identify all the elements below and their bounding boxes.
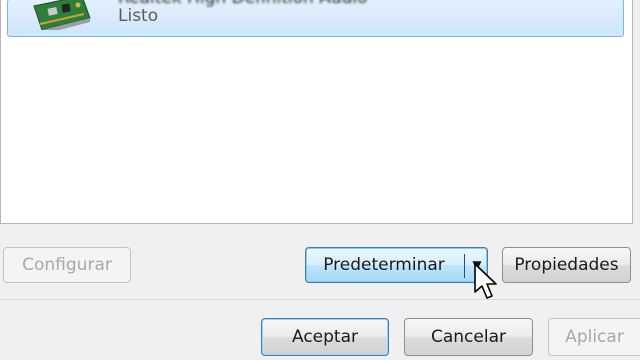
device-row-selected[interactable]: Realtek High Definition Audio Listo [7, 0, 624, 37]
cancel-button[interactable]: Cancelar [404, 318, 533, 356]
configure-button-label: Configurar [22, 255, 112, 275]
properties-button[interactable]: Propiedades [502, 247, 631, 283]
apply-button-label: Aplicar [565, 327, 624, 347]
set-default-split-button[interactable]: Predeterminar ▼ [305, 247, 488, 283]
device-status: Listo [118, 6, 159, 26]
divider [0, 299, 640, 300]
split-separator [464, 254, 465, 278]
sound-dialog: Realtek High Definition Audio Listo Conf… [0, 0, 640, 360]
playback-device-list[interactable]: Realtek High Definition Audio Listo [0, 0, 633, 224]
properties-button-label: Propiedades [514, 255, 619, 275]
set-default-button-label: Predeterminar [323, 255, 445, 275]
sound-card-icon [33, 0, 91, 30]
configure-button[interactable]: Configurar [3, 247, 131, 283]
apply-button[interactable]: Aplicar [548, 318, 640, 356]
ok-button-label: Aceptar [292, 327, 358, 347]
cancel-button-label: Cancelar [431, 327, 506, 347]
ok-button[interactable]: Aceptar [261, 318, 389, 356]
arrow-pointer-icon [474, 263, 497, 299]
